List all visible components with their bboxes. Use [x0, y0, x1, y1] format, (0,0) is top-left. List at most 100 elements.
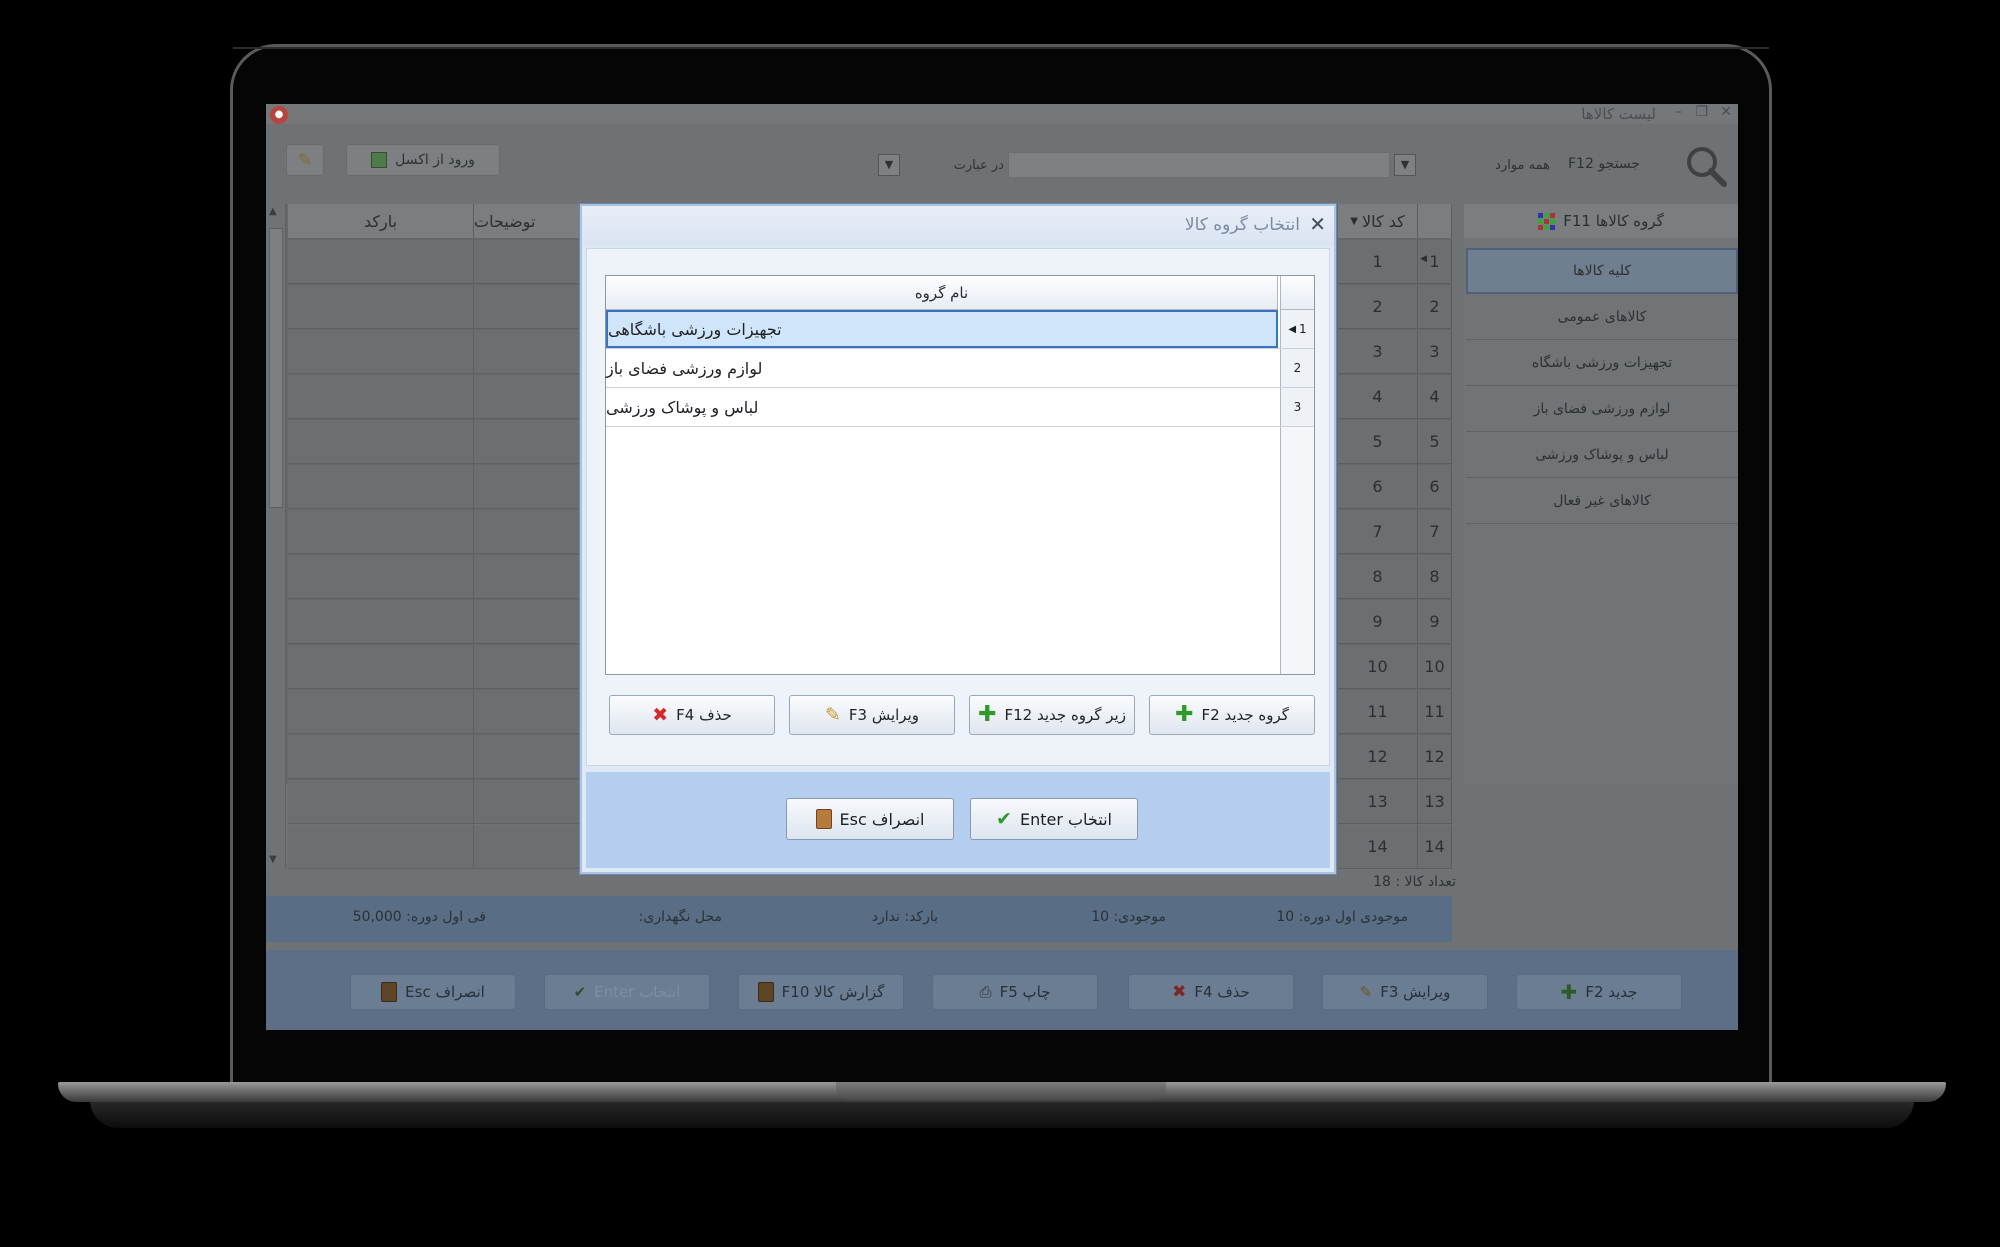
side-item-group[interactable]: کالاهای غیر فعال	[1466, 478, 1738, 524]
edit-group-label: ویرایش F3	[848, 706, 920, 724]
row-number-cell: 6	[1418, 465, 1452, 509]
new-group-button[interactable]: گروه جدید F2 ✚	[1149, 695, 1315, 735]
app-logo-icon: ●	[270, 106, 288, 124]
dialog-select-label: انتخاب Enter	[1019, 809, 1112, 829]
group-row[interactable]: لوازم ورزشی فضای باز 2	[606, 349, 1314, 388]
column-header-description[interactable]: توضیحات	[474, 204, 594, 238]
new-subgroup-label: زیر گروه جدید F12	[1004, 706, 1126, 724]
search-toolbar: ✎ ورود از اکسل ▼ در عبارت ▼ همه موارد جس…	[266, 134, 1738, 188]
description-cell	[474, 690, 594, 734]
side-item-group[interactable]: کالاهای عمومی	[1466, 294, 1738, 340]
current-row-arrow-icon: ◀	[1420, 254, 1427, 264]
delete-group-button[interactable]: حذف F4 ✖	[609, 695, 775, 735]
minimize-button[interactable]: –	[1675, 104, 1682, 120]
row-number-cell: 8	[1418, 555, 1452, 599]
description-cell	[474, 465, 594, 509]
group-side-panel: گروه کالاها F11 کلیه کالاها کالاهای عمومی…	[1464, 204, 1738, 784]
delete-x-icon: ✖	[652, 703, 669, 726]
exit-door-icon	[815, 809, 832, 829]
barcode-cell	[288, 600, 474, 644]
search-label: جستجو F12	[1568, 156, 1640, 172]
delete-group-label: حذف F4	[676, 706, 732, 724]
description-cell	[474, 240, 594, 284]
item-code-cell: 14	[1338, 825, 1418, 869]
group-row-number-label: 1	[1299, 322, 1307, 336]
item-code-cell: 1	[1338, 240, 1418, 284]
new-button[interactable]: جدید F2 ✚	[1516, 974, 1682, 1010]
dialog-close-icon[interactable]: ✕	[1309, 212, 1326, 236]
item-code-cell: 9	[1338, 600, 1418, 644]
search-mode-dropdown-button[interactable]: ▼	[878, 154, 900, 176]
delete-button[interactable]: حذف F4 ✖	[1128, 974, 1294, 1010]
barcode-cell	[288, 510, 474, 554]
report-icon	[757, 982, 774, 1002]
item-code-cell: 11	[1338, 690, 1418, 734]
side-item-group[interactable]: کلیه کالاها	[1466, 248, 1738, 294]
group-name-column-header[interactable]: نام گروه	[606, 276, 1278, 310]
description-cell	[474, 375, 594, 419]
cancel-button-label: انصراف Esc	[405, 983, 485, 1001]
side-item-group[interactable]: تجهیزات ورزشی باشگاه	[1466, 340, 1738, 386]
description-cell	[474, 420, 594, 464]
group-name-cell: تجهیزات ورزشی باشگاهی	[606, 310, 1278, 348]
barcode-cell	[288, 465, 474, 509]
dialog-body: نام گروه تجهیزات ورزشی باشگاهی ◀ 1 لوازم ور…	[586, 248, 1330, 766]
row-number-cell: 7	[1418, 510, 1452, 554]
report-button[interactable]: گزارش کالا F10	[738, 974, 904, 1010]
pencil-icon: ✎	[1359, 983, 1373, 1001]
magnifier-icon[interactable]	[1684, 144, 1728, 188]
barcode-cell	[288, 420, 474, 464]
search-mode-select[interactable]: در عبارت	[902, 152, 1012, 178]
edit-button-label: ویرایش F3	[1380, 983, 1451, 1001]
row-number-cell: 9	[1418, 600, 1452, 644]
print-button[interactable]: چاپ F5 ⎙	[932, 974, 1098, 1010]
window-title: لیست کالاها	[1581, 105, 1656, 123]
group-row[interactable]: تجهیزات ورزشی باشگاهی ◀ 1	[606, 310, 1314, 349]
scroll-up-arrow-icon[interactable]: ▲	[269, 206, 277, 217]
item-count: تعداد کالا : 18	[1373, 874, 1456, 890]
row-number-cell: 2	[1418, 285, 1452, 329]
column-header-code[interactable]: کد کالا ▼	[1338, 204, 1418, 238]
dialog-cancel-button[interactable]: انصراف Esc	[786, 798, 954, 840]
item-code-cell: 3	[1338, 330, 1418, 374]
dialog-select-button[interactable]: انتخاب Enter ✔	[970, 798, 1138, 840]
search-scope-select[interactable]: همه موارد	[1418, 152, 1558, 178]
search-scope-dropdown-button[interactable]: ▼	[1394, 154, 1416, 176]
row-number-cell: 3	[1418, 330, 1452, 374]
laptop-notch	[836, 1082, 1166, 1100]
select-button[interactable]: انتخاب Enter ✔	[544, 974, 710, 1010]
edit-button[interactable]: ویرایش F3 ✎	[1322, 974, 1488, 1010]
row-header-corner	[1418, 204, 1452, 238]
bezel-highlight	[233, 47, 1769, 49]
settings-button[interactable]: ✎	[286, 144, 324, 176]
row-number-cell: 11	[1418, 690, 1452, 734]
exit-door-icon	[381, 982, 398, 1002]
maximize-button[interactable]: ❐	[1695, 104, 1708, 120]
group-row-number: 2	[1280, 349, 1314, 387]
column-header-barcode[interactable]: بارکد	[288, 204, 474, 238]
palette-icon: ✎	[297, 149, 313, 171]
side-item-group[interactable]: لباس و پوشاک ورزشی	[1466, 432, 1738, 478]
dialog-footer: انتخاب Enter ✔ انصراف Esc	[586, 772, 1330, 868]
search-input[interactable]	[1008, 152, 1390, 178]
description-cell	[474, 555, 594, 599]
plus-icon: ✚	[1560, 980, 1578, 1004]
cancel-button[interactable]: انصراف Esc	[350, 974, 516, 1010]
group-grid-corner	[1280, 276, 1314, 310]
description-cell	[474, 510, 594, 554]
edit-group-button[interactable]: ویرایش F3 ✎	[789, 695, 955, 735]
group-grid: نام گروه تجهیزات ورزشی باشگاهی ◀ 1 لوازم ور…	[605, 275, 1315, 675]
group-row[interactable]: لباس و پوشاک ورزشی 3	[606, 388, 1314, 427]
new-subgroup-button[interactable]: زیر گروه جدید F12 ✚	[969, 695, 1135, 735]
close-button[interactable]: ✕	[1720, 104, 1732, 120]
barcode-cell	[288, 780, 474, 824]
side-item-group[interactable]: لوازم ورزشی فضای باز	[1466, 386, 1738, 432]
group-name-cell: لباس و پوشاک ورزشی	[606, 397, 759, 417]
excel-import-button[interactable]: ورود از اکسل	[346, 144, 500, 176]
dialog-cancel-label: انصراف Esc	[839, 809, 925, 829]
side-panel-title: گروه کالاها F11	[1563, 212, 1664, 230]
pencil-icon: ✎	[824, 703, 841, 726]
barcode-cell	[288, 285, 474, 329]
delete-button-label: حذف F4	[1194, 983, 1250, 1001]
description-cell	[474, 600, 594, 644]
